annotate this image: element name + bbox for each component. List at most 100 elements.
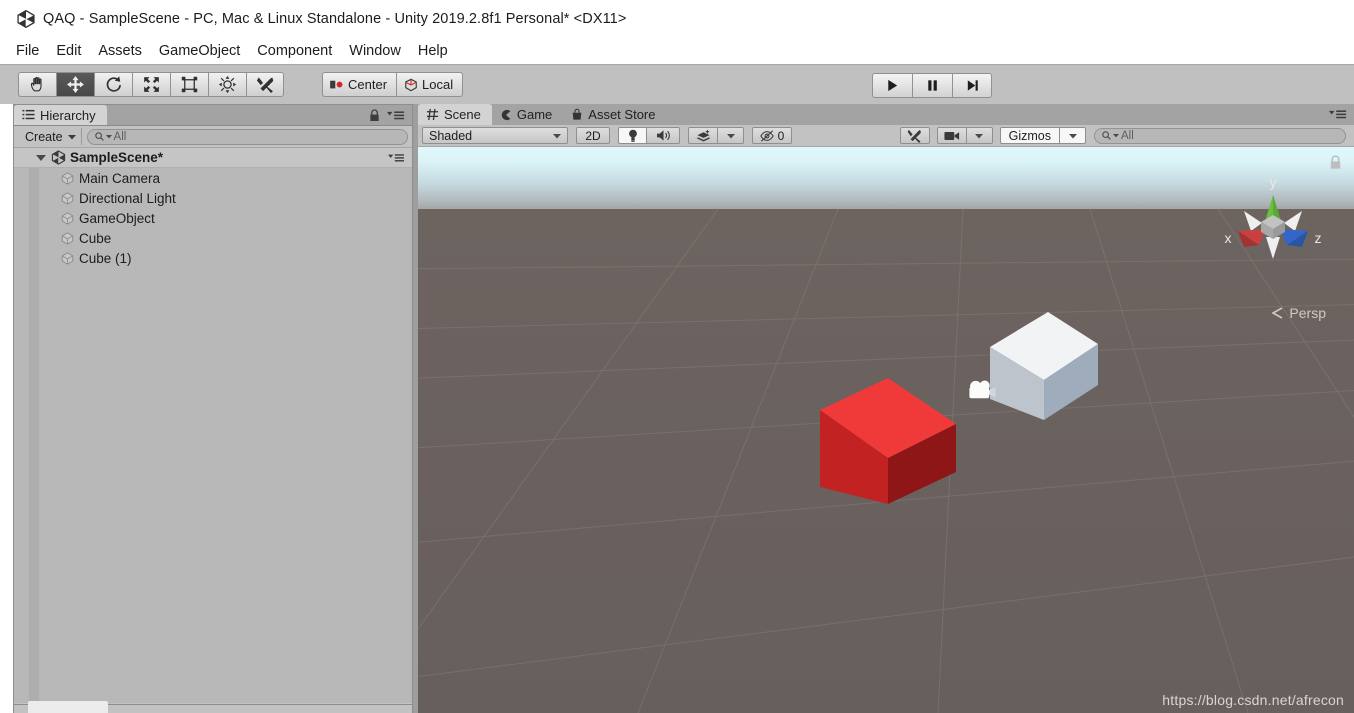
hierarchy-row-cube[interactable]: Cube — [14, 228, 412, 248]
menu-help[interactable]: Help — [418, 43, 448, 59]
rotate-tool-button[interactable] — [94, 72, 132, 97]
left-margin — [0, 104, 13, 713]
tab-asset-store[interactable]: Asset Store — [563, 104, 667, 125]
local-cube-icon — [405, 78, 417, 91]
scene-camera-dropdown[interactable] — [966, 127, 993, 144]
gameobject-cube-icon — [61, 211, 74, 225]
tab-game[interactable]: Game — [491, 104, 564, 125]
scene-row-menu[interactable] — [388, 153, 412, 163]
tab-hierarchy-label: Hierarchy — [40, 107, 96, 123]
hierarchy-object-label: Cube — [79, 230, 112, 246]
hierarchy-toolbar: Create All — [14, 126, 412, 148]
pivot-local-button[interactable]: Local — [396, 72, 464, 97]
left-chevron-icon — [1272, 307, 1283, 319]
effects-icon — [696, 128, 710, 141]
watermark-text: https://blog.csdn.net/afrecon — [1162, 692, 1344, 708]
gizmo-lock-icon[interactable] — [1329, 155, 1342, 170]
pivot-center-button[interactable]: Center — [322, 72, 397, 97]
hierarchy-object-label: GameObject — [79, 210, 155, 226]
effects-toggle[interactable] — [688, 127, 718, 144]
move-tool-button[interactable] — [56, 72, 94, 97]
red-cube[interactable] — [816, 362, 958, 507]
panel-menu-icon[interactable] — [387, 110, 405, 121]
lightbulb-icon — [628, 129, 637, 142]
white-cube[interactable] — [988, 307, 1100, 422]
unity-editor-window: QAQ - SampleScene - PC, Mac & Linux Stan… — [0, 0, 1354, 713]
rotate-icon — [106, 76, 121, 92]
pivot-toggle-group: Center Local — [322, 72, 464, 97]
create-button[interactable]: Create — [18, 128, 82, 145]
tab-hierarchy[interactable]: Hierarchy — [14, 105, 107, 125]
scene-axis-gizmo[interactable]: y x z — [1214, 167, 1332, 292]
rect-tool-button[interactable] — [170, 72, 208, 97]
main-toolbar: Center Local — [0, 64, 1354, 104]
disclosure-triangle-icon[interactable] — [36, 154, 46, 161]
gameobject-cube-icon — [61, 171, 74, 185]
scene-camera-button[interactable] — [936, 127, 967, 144]
menu-component[interactable]: Component — [257, 43, 332, 59]
gizmos-dropdown[interactable] — [1060, 127, 1086, 144]
play-button[interactable] — [872, 73, 912, 98]
pause-icon — [928, 80, 937, 91]
draw-mode-dropdown[interactable]: Shaded — [422, 127, 568, 144]
gameobject-cube-icon — [61, 191, 74, 205]
camera-icon — [944, 131, 959, 140]
search-icon — [1102, 131, 1111, 140]
rect-transform-icon — [181, 76, 198, 93]
bottom-panel-tab[interactable] — [28, 701, 108, 713]
custom-tool-button[interactable] — [246, 72, 284, 97]
custom-editor-tool-icon — [256, 77, 273, 94]
menu-file[interactable]: File — [16, 43, 39, 59]
search-icon — [94, 132, 104, 141]
lock-icon[interactable] — [369, 108, 380, 122]
hierarchy-row-cube-1[interactable]: Cube (1) — [14, 248, 412, 268]
chevron-down-icon — [67, 134, 76, 139]
menu-window[interactable]: Window — [349, 43, 401, 59]
hierarchy-row-directional-light[interactable]: Directional Light — [14, 188, 412, 208]
tab-asset-store-label: Asset Store — [588, 107, 656, 122]
panel-menu-icon[interactable] — [1329, 109, 1347, 120]
hidden-objects-toggle[interactable]: 0 — [752, 127, 792, 144]
hierarchy-search-input[interactable]: All — [86, 128, 408, 145]
scene-viewport[interactable]: y x z Persp https://blog.csdn.net/afreco… — [418, 147, 1354, 713]
scene-grid-icon — [426, 108, 439, 121]
transform-tool-button[interactable] — [208, 72, 246, 97]
chevron-down-icon — [975, 133, 984, 138]
chevron-down-icon — [1068, 133, 1077, 138]
lighting-toggle[interactable] — [618, 127, 647, 144]
hierarchy-row-gameobject[interactable]: GameObject — [14, 208, 412, 228]
scene-tabbar-controls — [1329, 104, 1354, 125]
step-button[interactable] — [952, 73, 992, 98]
effects-dropdown[interactable] — [718, 127, 744, 144]
scale-tool-button[interactable] — [132, 72, 170, 97]
pivot-center-label: Center — [348, 77, 388, 92]
scene-panel: Scene Game Asset Store Shaded 2D 0 Gizmo… — [418, 104, 1354, 713]
window-title: QAQ - SampleScene - PC, Mac & Linux Stan… — [43, 11, 627, 27]
speaker-icon — [656, 130, 670, 141]
scene-tools-button[interactable] — [899, 127, 930, 144]
view-2d-label: 2D — [585, 128, 601, 143]
scene-view-toolbar: Shaded 2D 0 Gizmos All — [418, 125, 1354, 147]
scene-search-placeholder: All — [1121, 129, 1134, 142]
search-dropdown-icon — [1113, 134, 1119, 138]
hierarchy-tree: SampleScene* Main Camera Directional Lig… — [14, 148, 412, 703]
menu-edit[interactable]: Edit — [56, 43, 81, 59]
hidden-objects-count: 0 — [777, 128, 785, 143]
hand-tool-button[interactable] — [18, 72, 56, 97]
projection-mode-label[interactable]: Persp — [1272, 305, 1326, 321]
audio-toggle[interactable] — [647, 127, 680, 144]
view-2d-toggle[interactable]: 2D — [576, 127, 610, 144]
hierarchy-row-main-camera[interactable]: Main Camera — [14, 168, 412, 188]
pause-button[interactable] — [912, 73, 952, 98]
hierarchy-row-samplescene[interactable]: SampleScene* — [14, 148, 412, 168]
menu-gameobject[interactable]: GameObject — [159, 43, 240, 59]
menu-assets[interactable]: Assets — [98, 43, 142, 59]
hierarchy-object-label: Directional Light — [79, 190, 176, 206]
hierarchy-scene-label: SampleScene* — [70, 150, 164, 165]
gizmos-toggle[interactable]: Gizmos — [999, 127, 1060, 144]
scene-search-input[interactable]: All — [1094, 127, 1346, 144]
tab-scene[interactable]: Scene — [418, 104, 492, 125]
asset-store-bag-icon — [572, 108, 582, 120]
move-arrows-icon — [67, 76, 84, 93]
tab-game-label: Game — [516, 107, 553, 122]
